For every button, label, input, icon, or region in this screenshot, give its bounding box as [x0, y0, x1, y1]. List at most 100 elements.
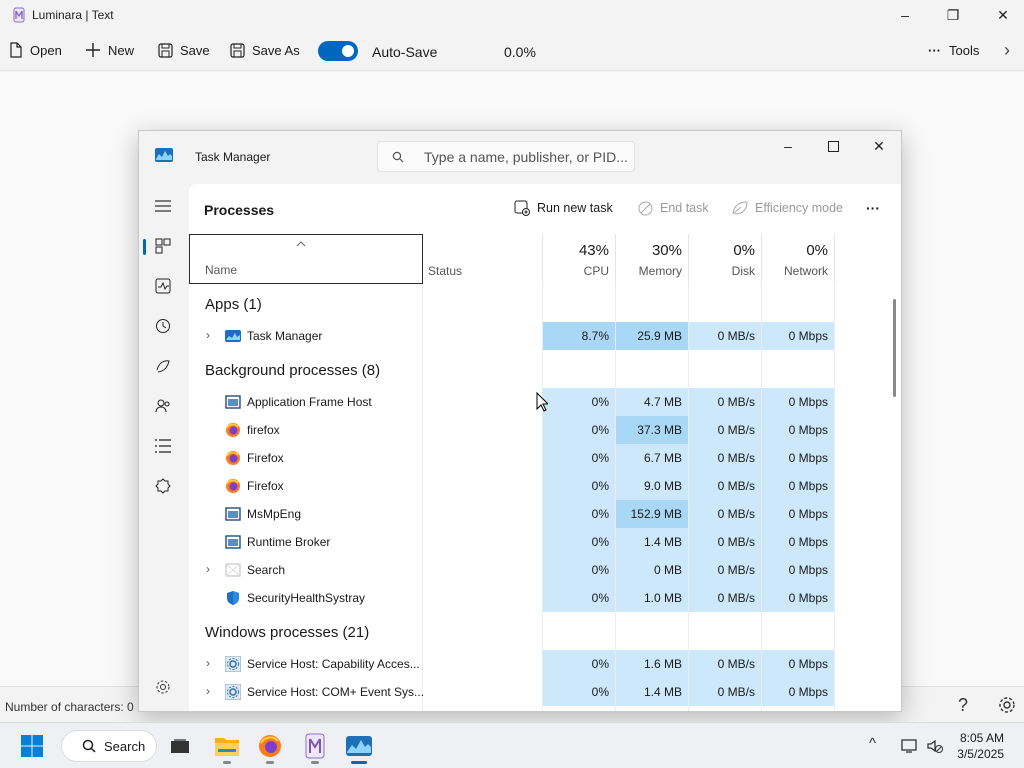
process-row-firefox[interactable]: firefox 0% 37.3 MB 0 MB/s 0 Mbps [189, 416, 835, 444]
process-row-service-host-com[interactable]: › Service Host: COM+ Event Sys... 0% 1.4… [189, 678, 835, 706]
search-app-icon [225, 563, 241, 577]
tm-close-button[interactable]: ✕ [856, 131, 901, 161]
disk-cell: 0 MB/s [689, 528, 761, 556]
clock-time: 8:05 AM [959, 731, 1004, 745]
apps-group-header: Apps (1) [205, 296, 262, 313]
process-search-input[interactable]: Type a name, publisher, or PID... [377, 141, 635, 172]
users-nav-icon[interactable] [149, 392, 177, 420]
network-cell: 0 Mbps [762, 584, 834, 612]
vertical-scrollbar[interactable] [893, 299, 896, 397]
end-task-button[interactable]: End task [638, 198, 709, 218]
task-view-icon[interactable] [165, 731, 195, 761]
network-cell: 0 Mbps [762, 416, 834, 444]
expand-chevron-icon[interactable]: › [206, 656, 210, 670]
autosave-toggle[interactable] [318, 41, 358, 61]
memory-column-header[interactable]: 30% Memory [616, 234, 689, 284]
efficiency-mode-button[interactable]: Efficiency mode [732, 198, 843, 218]
process-row-firefox[interactable]: Firefox 0% 9.0 MB 0 MB/s 0 Mbps [189, 472, 835, 500]
hamburger-menu-icon[interactable] [149, 192, 177, 220]
run-new-task-label: Run new task [537, 201, 613, 215]
performance-nav-icon[interactable] [149, 272, 177, 300]
task-manager-nav [139, 184, 189, 711]
memory-cell: 9.0 MB [616, 472, 688, 500]
toolbar-chevron-right-icon[interactable]: › [1004, 38, 1010, 62]
disk-cell: 0 MB/s [689, 500, 761, 528]
run-new-task-button[interactable]: Run new task [514, 198, 613, 218]
tm-minimize-button[interactable]: – [765, 131, 811, 161]
close-button[interactable]: ✕ [980, 0, 1024, 30]
tm-maximize-button[interactable] [810, 131, 856, 161]
tools-label: Tools [949, 42, 980, 58]
cpu-cell: 0% [543, 444, 615, 472]
memory-cell: 1.4 MB [616, 528, 688, 556]
window-app-icon [225, 395, 241, 409]
save-button[interactable]: Save [158, 38, 210, 62]
expand-chevron-icon[interactable]: › [206, 562, 210, 576]
run-task-icon [514, 200, 530, 216]
end-task-label: End task [660, 201, 709, 215]
service-gear-icon [225, 656, 241, 672]
new-button[interactable]: New [85, 38, 134, 62]
disk-cell: 0 MB/s [689, 388, 761, 416]
process-row-service-host-capability[interactable]: › Service Host: Capability Acces... 0% 1… [189, 650, 835, 678]
process-row-application-frame-host[interactable]: Application Frame Host 0% 4.7 MB 0 MB/s … [189, 388, 835, 416]
more-options-icon[interactable]: ··· [866, 198, 880, 218]
save-icon [158, 42, 173, 58]
save-label: Save [180, 42, 210, 58]
save-as-label: Save As [252, 42, 300, 58]
details-nav-icon[interactable] [149, 432, 177, 460]
process-row-runtime-broker[interactable]: Runtime Broker 0% 1.4 MB 0 MB/s 0 Mbps [189, 528, 835, 556]
help-icon[interactable]: ? [958, 695, 968, 716]
disk-header-label: Disk [731, 264, 755, 278]
app-titlebar: Luminara | Text – ❐ ✕ [0, 0, 1024, 30]
process-row-securityhealthsystray[interactable]: SecurityHealthSystray 0% 1.0 MB 0 MB/s 0… [189, 584, 835, 612]
system-clock[interactable]: 8:05 AM 3/5/2025 [957, 730, 1004, 762]
network-column-header[interactable]: 0% Network [762, 234, 835, 284]
startup-apps-nav-icon[interactable] [149, 352, 177, 380]
firefox-taskbar-icon[interactable] [255, 731, 285, 761]
process-row-search[interactable]: › Search 0% 0 MB 0 MB/s 0 Mbps [189, 556, 835, 584]
file-explorer-icon[interactable] [212, 731, 242, 761]
expand-chevron-icon[interactable]: › [206, 684, 210, 698]
tools-button[interactable]: ··· Tools [928, 38, 979, 62]
process-row-firefox[interactable]: Firefox 0% 6.7 MB 0 MB/s 0 Mbps [189, 444, 835, 472]
process-name: Firefox [247, 479, 284, 493]
mouse-cursor-icon [536, 392, 548, 412]
firefox-icon [226, 451, 240, 465]
memory-header-label: Memory [638, 264, 682, 278]
taskbar-search-button[interactable]: Search [61, 730, 157, 762]
expand-chevron-icon[interactable]: › [206, 328, 210, 342]
open-file-icon [10, 42, 22, 58]
volume-muted-tray-icon[interactable] [920, 731, 950, 761]
save-as-button[interactable]: Save As [230, 38, 300, 62]
minimize-button[interactable]: – [882, 0, 928, 30]
luminara-taskbar-icon[interactable] [300, 731, 330, 761]
tm-settings-gear-icon[interactable] [149, 673, 177, 701]
start-windows-icon[interactable] [17, 731, 47, 761]
process-row-task-manager[interactable]: › Task Manager 8.7% 25.9 MB 0 MB/s 0 Mbp… [189, 322, 835, 350]
processes-nav-icon[interactable] [149, 232, 177, 260]
end-task-icon [638, 201, 653, 215]
name-header-label: Name [205, 263, 238, 277]
name-column-header[interactable]: Name [189, 234, 423, 284]
disk-cell: 0 MB/s [689, 650, 761, 678]
app-history-nav-icon[interactable] [149, 312, 177, 340]
process-row-msmpeng[interactable]: MsMpEng 0% 152.9 MB 0 MB/s 0 Mbps [189, 500, 835, 528]
status-column-header[interactable]: Status [423, 234, 543, 284]
process-name: Firefox [247, 451, 284, 465]
task-manager-taskbar-icon[interactable] [344, 731, 374, 761]
disk-cell: 0 MB/s [689, 416, 761, 444]
open-button[interactable]: Open [9, 38, 62, 62]
tray-chevron-up-icon[interactable]: ^ [869, 735, 876, 752]
cpu-column-header[interactable]: 43% CPU [543, 234, 616, 284]
restore-button[interactable]: ❐ [930, 0, 976, 30]
disk-column-header[interactable]: 0% Disk [689, 234, 762, 284]
settings-gear-icon[interactable] [997, 695, 1017, 720]
running-indicator [266, 761, 274, 764]
services-nav-icon[interactable] [149, 472, 177, 500]
cpu-cell: 0% [543, 556, 615, 584]
open-label: Open [30, 42, 62, 58]
network-cell: 0 Mbps [762, 528, 834, 556]
memory-cell: 6.7 MB [616, 444, 688, 472]
more-dots-icon: ··· [928, 42, 941, 58]
